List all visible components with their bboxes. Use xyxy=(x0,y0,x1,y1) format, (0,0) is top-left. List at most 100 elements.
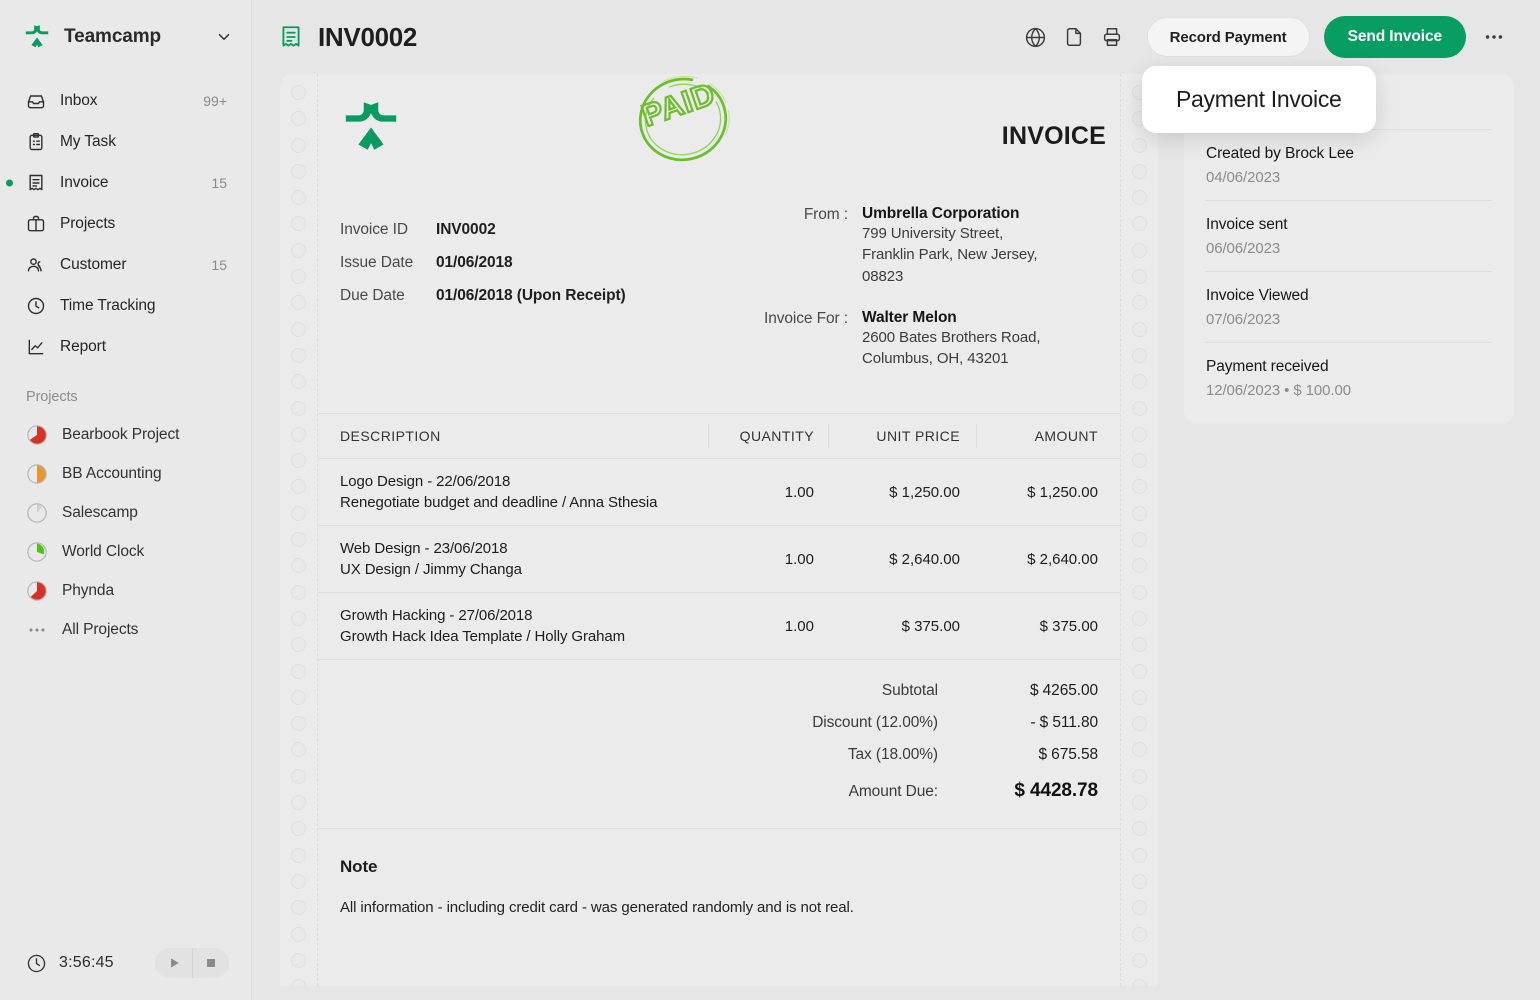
meta-due-date: Due Date 01/06/2018 (Upon Receipt) xyxy=(340,287,740,305)
sidebar-item-invoice[interactable]: Invoice 15 xyxy=(14,162,237,203)
bill-to-name: Walter Melon xyxy=(862,309,957,326)
perforation-hole xyxy=(291,269,306,284)
perforation-hole xyxy=(291,690,306,705)
project-item-bearbook[interactable]: Bearbook Project xyxy=(14,415,237,454)
perforation-hole xyxy=(1132,190,1147,205)
perforation-hole xyxy=(291,874,306,889)
project-item-salescamp[interactable]: Salescamp xyxy=(14,493,237,532)
perforation-hole xyxy=(1132,558,1147,573)
cell-description: Logo Design - 22/06/2018 Renegotiate bud… xyxy=(318,473,708,511)
sidebar-item-inbox[interactable]: Inbox 99+ xyxy=(14,80,237,121)
sidebar-item-label: Invoice xyxy=(60,174,197,192)
from-label: From : xyxy=(740,205,862,287)
meta-key: Due Date xyxy=(340,287,436,305)
note-title: Note xyxy=(340,857,1098,877)
sidebar-item-projects[interactable]: Projects xyxy=(14,203,237,244)
total-value: - $ 511.80 xyxy=(938,714,1098,732)
perforation-hole xyxy=(1132,479,1147,494)
perforation-hole xyxy=(1132,322,1147,337)
ellipsis-icon[interactable] xyxy=(1476,19,1512,55)
project-item-phynda[interactable]: Phynda xyxy=(14,571,237,610)
item-title: Logo Design - 22/06/2018 xyxy=(340,473,708,490)
cell-unit-price: $ 2,640.00 xyxy=(828,551,976,568)
active-indicator-dot xyxy=(6,179,13,186)
sidebar-item-label: Report xyxy=(60,338,213,356)
perforation-hole xyxy=(1132,900,1147,915)
inbox-icon xyxy=(26,91,46,111)
invoice-meta-list: Invoice ID INV0002 Issue Date 01/06/2018… xyxy=(340,199,740,391)
perforation-hole xyxy=(291,664,306,679)
activity-item-created: Created by Brock Lee 04/06/2023 xyxy=(1206,130,1492,201)
perforation-hole xyxy=(1132,532,1147,547)
perforation-hole xyxy=(291,427,306,442)
perforation-hole xyxy=(291,900,306,915)
sidebar-item-time-tracking[interactable]: Time Tracking xyxy=(14,285,237,326)
item-title: Growth Hacking - 27/06/2018 xyxy=(340,607,708,624)
page-title: INV0002 xyxy=(318,22,417,53)
stop-icon[interactable] xyxy=(192,948,229,978)
file-icon[interactable] xyxy=(1055,18,1093,56)
perforation-hole xyxy=(1132,742,1147,757)
perforation-hole xyxy=(291,85,306,100)
activity-label: Created by Brock Lee xyxy=(1206,145,1492,163)
amount-due-key: Amount Due: xyxy=(849,783,938,801)
column-header-amount: AMOUNT xyxy=(976,424,1120,448)
record-payment-button[interactable]: Record Payment xyxy=(1147,17,1310,57)
perforation-hole xyxy=(291,585,306,600)
perforation-hole xyxy=(291,243,306,258)
project-item-world-clock[interactable]: World Clock xyxy=(14,532,237,571)
meta-key: Issue Date xyxy=(340,254,436,272)
sidebar-item-customer[interactable]: Customer 15 xyxy=(14,244,237,285)
column-header-unit-price: UNIT PRICE xyxy=(828,424,976,448)
perforation-hole xyxy=(291,795,306,810)
paid-stamp-icon: PAID xyxy=(623,74,743,178)
invoice-from: From : Umbrella Corporation 799 Universi… xyxy=(740,205,1094,287)
projects-section-title: Projects xyxy=(0,367,251,415)
meta-invoice-id: Invoice ID INV0002 xyxy=(340,221,740,239)
activity-item-viewed: Invoice Viewed 07/06/2023 xyxy=(1206,272,1492,343)
perforation-hole xyxy=(291,558,306,573)
perforation-hole xyxy=(1132,927,1147,942)
perforation-hole xyxy=(291,322,306,337)
perforation-hole xyxy=(1132,269,1147,284)
sidebar-item-all-projects[interactable]: All Projects xyxy=(14,610,237,649)
project-item-label: BB Accounting xyxy=(62,465,162,483)
perforation-hole xyxy=(291,821,306,836)
cell-amount: $ 2,640.00 xyxy=(976,551,1120,568)
activity-label: Invoice Viewed xyxy=(1206,287,1492,305)
chevron-down-icon[interactable] xyxy=(215,28,233,46)
brand-header[interactable]: Teamcamp xyxy=(0,0,251,74)
sidebar-item-my-task[interactable]: My Task xyxy=(14,121,237,162)
meta-value: 01/06/2018 (Upon Receipt) xyxy=(436,287,626,305)
perforation-hole xyxy=(291,506,306,521)
send-invoice-button[interactable]: Send Invoice xyxy=(1324,16,1466,58)
clipboard-icon xyxy=(26,132,46,152)
invoice-document: PAID INVOICE Invoice ID INV0002 xyxy=(280,74,1158,986)
globe-icon[interactable] xyxy=(1017,18,1055,56)
table-row: Web Design - 23/06/2018 UX Design / Jimm… xyxy=(318,526,1120,593)
amount-due-value: $ 4428.78 xyxy=(938,780,1098,802)
project-item-bb-accounting[interactable]: BB Accounting xyxy=(14,454,237,493)
perforation-hole xyxy=(1132,453,1147,468)
invoice-for-label: Invoice For : xyxy=(740,309,862,370)
printer-icon[interactable] xyxy=(1093,18,1131,56)
payment-invoice-tooltip: Payment Invoice xyxy=(1142,66,1376,133)
amount-due-row: Amount Due: $ 4428.78 xyxy=(318,780,1098,802)
briefcase-icon xyxy=(26,214,46,234)
perforation-hole xyxy=(1132,401,1147,416)
total-discount: Discount (12.00%) - $ 511.80 xyxy=(318,714,1098,732)
play-icon[interactable] xyxy=(155,948,192,978)
sidebar-item-label: My Task xyxy=(60,133,213,151)
perforation-hole xyxy=(291,716,306,731)
perforation-hole xyxy=(1132,795,1147,810)
sidebar-item-report[interactable]: Report xyxy=(14,326,237,367)
main-area: INV0002 Record Payment Send Invoice Paym… xyxy=(252,0,1540,1000)
clock-icon xyxy=(26,296,46,316)
total-value: $ 675.58 xyxy=(938,746,1098,764)
perforation-hole xyxy=(1132,138,1147,153)
activity-date: 04/06/2023 xyxy=(1206,169,1492,186)
invoice-header: PAID INVOICE xyxy=(318,74,1120,199)
project-progress-icon xyxy=(26,424,48,446)
ellipsis-icon xyxy=(26,619,48,641)
activity-item-payment: Payment received 12/06/2023 • $ 100.00 xyxy=(1206,343,1492,399)
